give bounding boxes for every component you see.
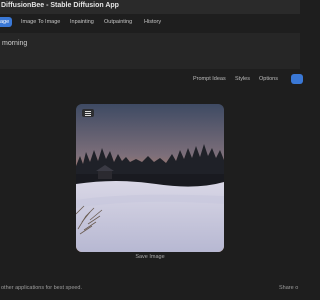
generated-image xyxy=(76,104,224,252)
title-bar: DiffusionBee - Stable Diffusion App xyxy=(0,0,300,14)
styles-button[interactable]: Styles xyxy=(235,76,250,82)
prompt-input[interactable]: morning xyxy=(0,33,300,69)
tab-inpainting[interactable]: Inpainting xyxy=(70,17,94,27)
tab-outpainting[interactable]: Outpainting xyxy=(104,17,132,27)
app-title: DiffusionBee - Stable Diffusion App xyxy=(1,2,119,9)
menu-line-icon xyxy=(85,111,91,112)
menu-line-icon xyxy=(85,113,91,114)
tab-image-to-image[interactable]: Image To Image xyxy=(21,17,60,27)
options-button[interactable]: Options xyxy=(259,76,278,82)
image-menu-button[interactable] xyxy=(82,109,94,117)
share-link[interactable]: Share o xyxy=(279,285,298,291)
save-image-button[interactable]: Save Image xyxy=(0,254,300,260)
menu-line-icon xyxy=(85,115,91,116)
tab-history[interactable]: History xyxy=(144,17,161,27)
prompt-ideas-button[interactable]: Prompt Ideas xyxy=(193,76,226,82)
snow-landscape-image xyxy=(76,104,224,252)
prompt-value: morning xyxy=(2,40,28,47)
tab-text-to-image[interactable]: age xyxy=(0,17,13,27)
footer-message: other applications for best speed. xyxy=(1,285,83,291)
generate-button[interactable] xyxy=(291,74,303,84)
